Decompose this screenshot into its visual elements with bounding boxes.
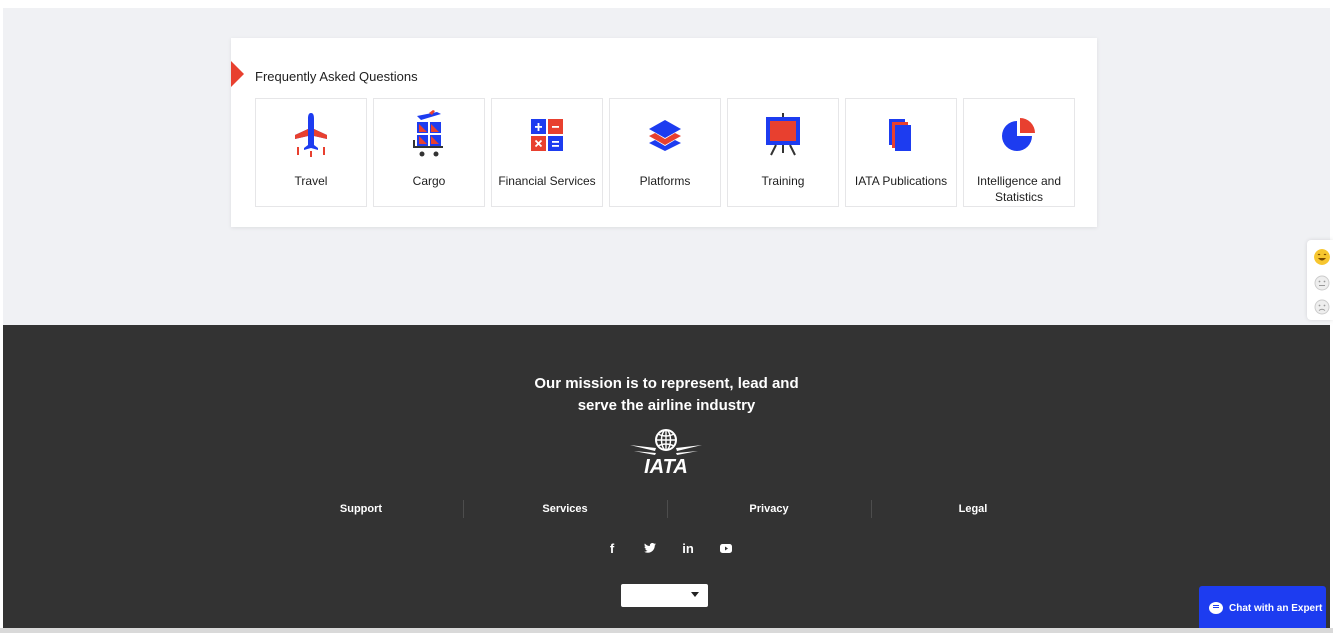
faq-card: Frequently Asked Questions Travel Cargo … [231, 38, 1097, 227]
footer-link-services[interactable]: Services [463, 500, 667, 518]
calculator-icon [529, 109, 565, 161]
neutral-face-icon[interactable] [1314, 275, 1330, 291]
facebook-icon[interactable]: f [593, 541, 631, 557]
faq-tile-intelligence-and-statistics[interactable]: Intelligence and Statistics [963, 98, 1075, 207]
faq-tile-platforms[interactable]: Platforms [609, 98, 721, 207]
layers-icon [647, 109, 683, 161]
faq-tile-iata-publications[interactable]: IATA Publications [845, 98, 957, 207]
tile-label: IATA Publications [854, 174, 948, 188]
faq-tiles: Travel Cargo Financial Services Platform… [255, 98, 1075, 207]
bottom-scrollbar[interactable] [0, 628, 1333, 633]
tile-label: Cargo [412, 174, 446, 188]
chat-with-expert-button[interactable]: Chat with an Expert [1199, 586, 1326, 630]
mission-statement: Our mission is to represent, lead and se… [3, 373, 1330, 417]
cargo-cart-icon [411, 109, 447, 161]
plane-icon [291, 109, 331, 161]
language-select[interactable] [621, 584, 708, 607]
iata-logo[interactable]: IATA [628, 429, 704, 482]
faq-title: Frequently Asked Questions [255, 69, 418, 84]
chevron-down-icon [691, 592, 699, 597]
feedback-widget [1307, 240, 1333, 320]
footer-link-legal[interactable]: Legal [871, 500, 1075, 518]
page-body: Frequently Asked Questions Travel Cargo … [3, 8, 1330, 628]
faq-tile-training[interactable]: Training [727, 98, 839, 207]
mission-line: Our mission is to represent, lead and [534, 375, 799, 392]
tile-label: Financial Services [498, 174, 596, 188]
footer-link-privacy[interactable]: Privacy [667, 500, 871, 518]
site-footer: Our mission is to represent, lead and se… [3, 325, 1330, 628]
tile-label: Intelligence and Statistics [976, 174, 1062, 204]
section-marker [231, 61, 244, 87]
mission-line: serve the airline industry [577, 397, 756, 414]
linkedin-icon[interactable]: in [669, 541, 707, 557]
pie-chart-icon [999, 109, 1039, 161]
chat-label: Chat with an Expert [1229, 602, 1323, 614]
faq-tile-financial-services[interactable]: Financial Services [491, 98, 603, 207]
happy-face-icon[interactable] [1314, 249, 1330, 265]
twitter-icon[interactable] [631, 541, 669, 557]
tile-label: Platforms [639, 174, 691, 188]
sad-face-icon[interactable] [1314, 299, 1330, 315]
presentation-board-icon [763, 109, 803, 161]
social-links: f in [593, 541, 745, 557]
tile-label: Travel [294, 174, 328, 188]
faq-tile-travel[interactable]: Travel [255, 98, 367, 207]
faq-tile-cargo[interactable]: Cargo [373, 98, 485, 207]
chat-bubble-icon [1209, 602, 1223, 614]
documents-icon [886, 109, 916, 161]
youtube-icon[interactable] [707, 541, 745, 557]
logo-text: IATA [644, 456, 688, 477]
tile-label: Training [761, 174, 805, 188]
footer-links: Support Services Privacy Legal [259, 500, 1075, 518]
footer-link-support[interactable]: Support [259, 500, 463, 518]
